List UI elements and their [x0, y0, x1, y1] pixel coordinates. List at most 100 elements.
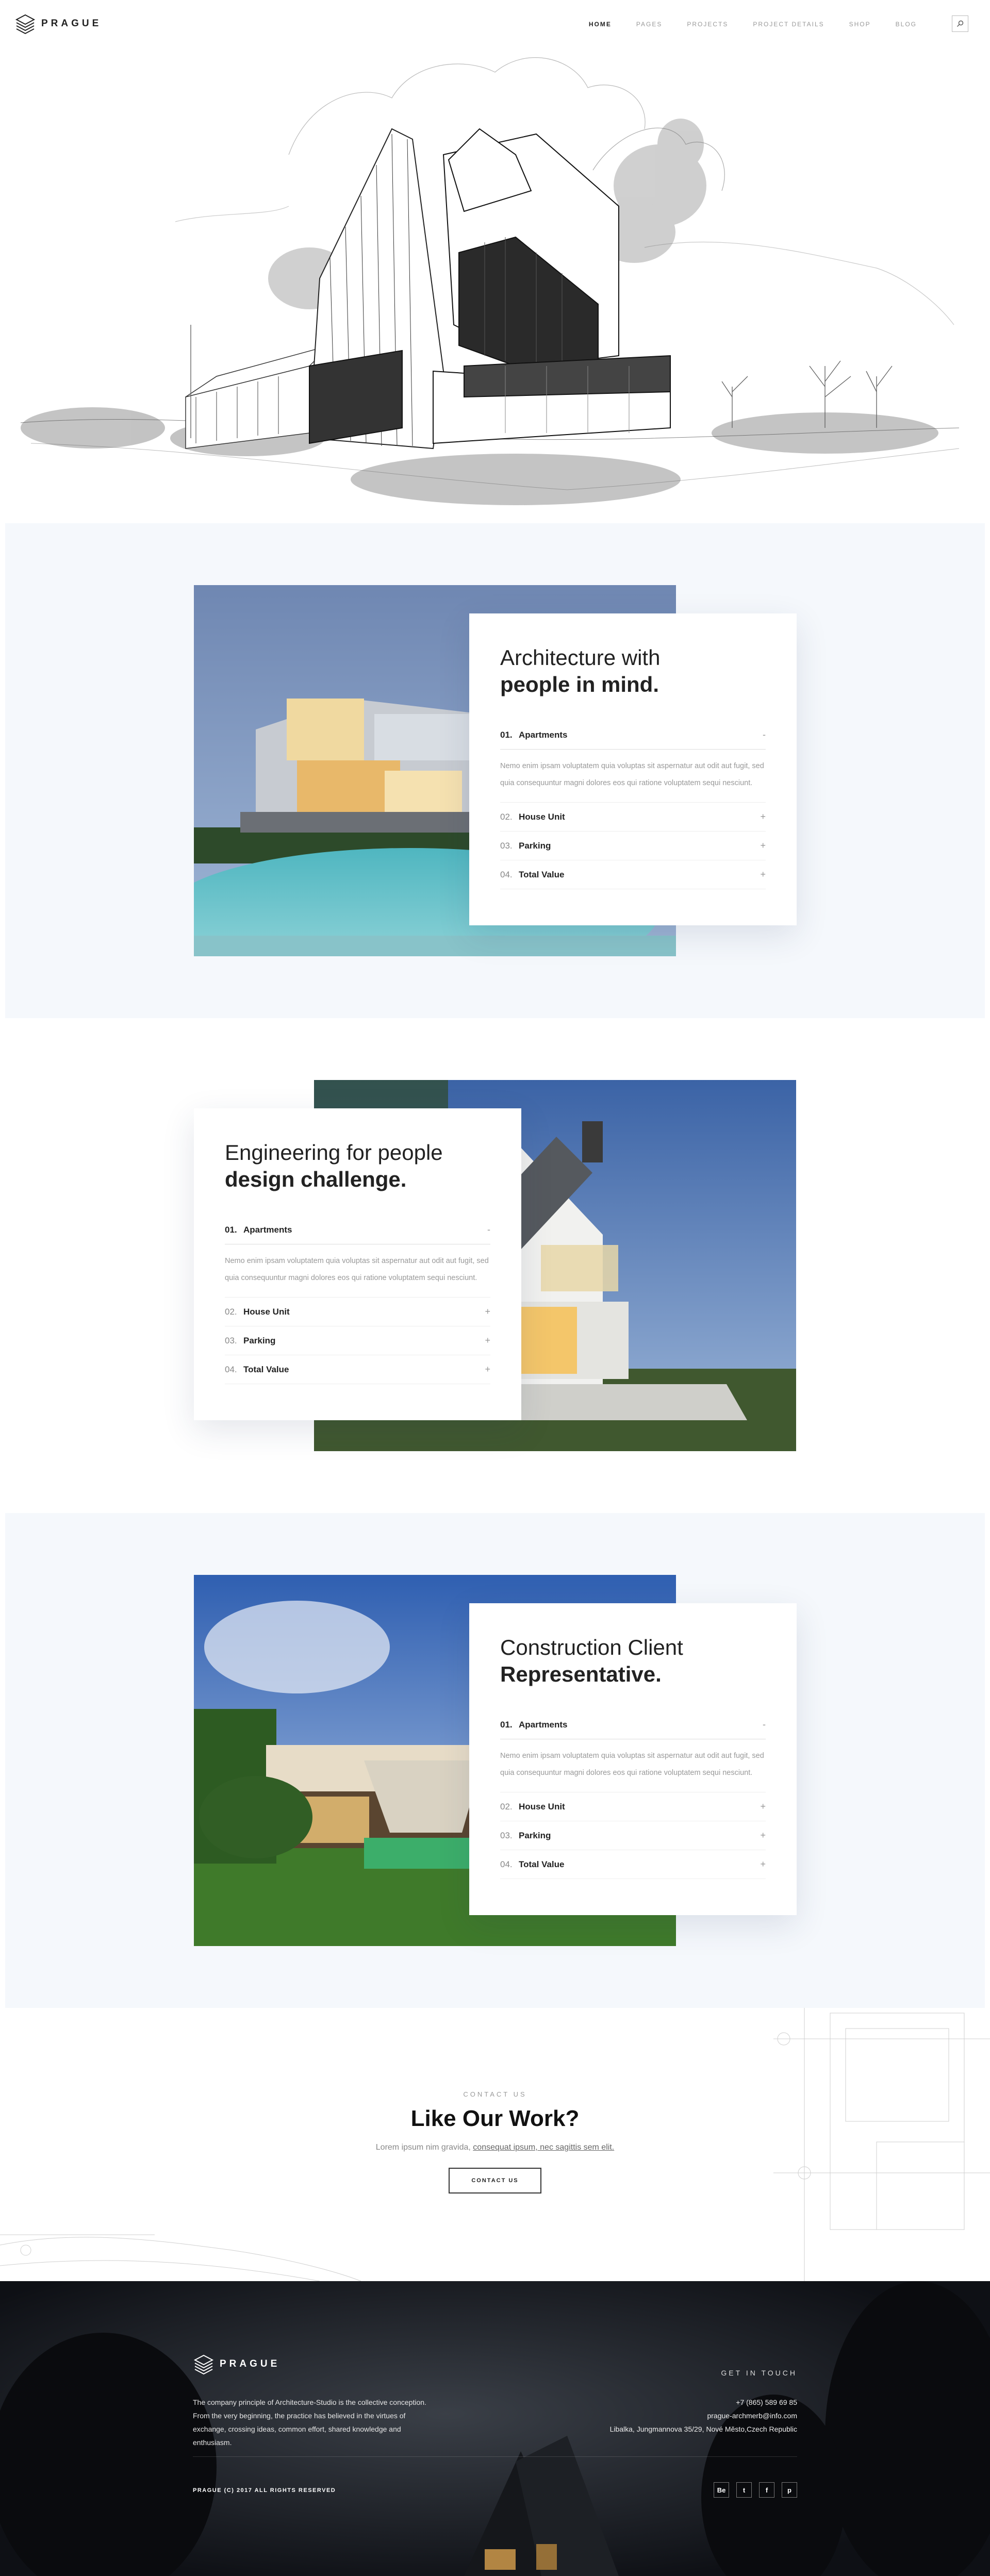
accordion-item-apartments[interactable]: 01. Apartments - [500, 1710, 766, 1739]
pinterest-icon[interactable]: p [782, 2482, 797, 2498]
accordion-body: Nemo enim ipsam voluptatem quia voluptas… [500, 1739, 766, 1792]
brand-name: PRAGUE [41, 18, 102, 29]
item-title: House Unit [519, 1801, 565, 1811]
contact-text-link[interactable]: consequat ipsum, nec sagittis sem elit. [473, 2143, 614, 2152]
feature-section-2: Engineering for people design challenge.… [5, 1018, 985, 1513]
nav-shop[interactable]: SHOP [849, 21, 871, 28]
social-links: Be t f p [714, 2482, 797, 2498]
accordion-item-house-unit[interactable]: 02. House Unit + [500, 803, 766, 832]
contact-section: CONTACT US Like Our Work? Lorem ipsum ni… [0, 2008, 990, 2281]
footer-logo[interactable]: PRAGUE [193, 2353, 280, 2375]
nav-project-details[interactable]: PROJECT DETAILS [753, 21, 824, 28]
item-number: 01. [225, 1224, 237, 1235]
item-title: Total Value [519, 1859, 565, 1869]
contact-us-button[interactable]: CONTACT US [449, 2168, 541, 2193]
item-number: 02. [500, 811, 513, 822]
nav-home[interactable]: HOME [589, 21, 612, 28]
item-title: Apartments [243, 1224, 292, 1235]
twitter-icon[interactable]: t [736, 2482, 752, 2498]
page: { "brand": {"name": "PRAGUE"}, "nav": { … [0, 0, 990, 2576]
section-title-1: Architecture with people in mind. [500, 644, 766, 698]
expand-icon: + [760, 1801, 766, 1811]
expand-icon: + [760, 1830, 766, 1840]
item-title: Apartments [519, 729, 568, 740]
feature-section-3: Construction Client Representative. 01. … [5, 1513, 985, 2008]
title-light: Architecture with [500, 645, 661, 670]
footer-night-house-image [0, 2281, 990, 2576]
behance-icon[interactable]: Be [714, 2482, 729, 2498]
item-number: 01. [500, 1719, 513, 1730]
expand-icon: + [760, 811, 766, 822]
item-title: Total Value [243, 1364, 289, 1374]
accordion-card-1: Architecture with people in mind. 01. Ap… [469, 613, 797, 925]
item-number: 03. [225, 1335, 237, 1345]
collapse-icon: - [763, 1719, 766, 1730]
section-title-2: Engineering for people design challenge. [225, 1139, 490, 1193]
footer-copyright: PRAGUE (C) 2017 ALL RIGHTS RESERVED [193, 2487, 336, 2494]
footer-phone[interactable]: +7 (865) 589 69 85 [610, 2396, 797, 2409]
item-number: 04. [500, 869, 513, 879]
item-number: 03. [500, 840, 513, 851]
title-bold: people in mind. [500, 672, 659, 696]
title-bold: Representative. [500, 1662, 662, 1686]
expand-icon: + [760, 869, 766, 879]
main-nav: HOME PAGES PROJECTS PROJECT DETAILS SHOP… [589, 21, 917, 28]
item-number: 04. [500, 1859, 513, 1869]
contact-title: Like Our Work? [410, 2106, 580, 2131]
item-number: 02. [225, 1306, 237, 1317]
contact-text-plain: Lorem ipsum nim gravida, [375, 2143, 473, 2152]
facebook-icon[interactable]: f [759, 2482, 774, 2498]
footer-address: Libalka, Jungmannova 35/29, Nové Město,C… [609, 2425, 797, 2433]
accordion: 01. Apartments - Nemo enim ipsam volupta… [500, 1710, 766, 1879]
accordion-item-house-unit[interactable]: 02. House Unit + [225, 1298, 490, 1326]
title-light: Engineering for people [225, 1140, 443, 1165]
accordion-item-total-value[interactable]: 04. Total Value + [500, 1850, 766, 1879]
hero-house-sketch [20, 57, 960, 505]
accordion-item-parking[interactable]: 03. Parking + [500, 1821, 766, 1850]
footer-divider [193, 2456, 797, 2457]
accordion-item-total-value[interactable]: 04. Total Value + [225, 1355, 490, 1384]
nav-projects[interactable]: PROJECTS [687, 21, 728, 28]
footer-email[interactable]: prague-archmerb@info.com [610, 2409, 797, 2422]
brand-logo[interactable]: PRAGUE [14, 13, 102, 35]
item-number: 01. [500, 729, 513, 740]
collapse-icon: - [763, 729, 766, 740]
footer-get-in-touch: GET IN TOUCH [721, 2369, 797, 2377]
expand-icon: + [760, 840, 766, 851]
accordion-item-parking[interactable]: 03. Parking + [225, 1326, 490, 1355]
nav-blog[interactable]: BLOG [896, 21, 917, 28]
accordion-card-3: Construction Client Representative. 01. … [469, 1603, 797, 1915]
accordion-body: Nemo enim ipsam voluptatem quia voluptas… [500, 750, 766, 803]
accordion-card-2: Engineering for people design challenge.… [194, 1108, 521, 1420]
title-light: Construction Client [500, 1635, 683, 1659]
item-title: Parking [243, 1335, 276, 1345]
collapse-icon: - [487, 1224, 490, 1235]
search-button[interactable] [952, 15, 968, 32]
nav-pages[interactable]: PAGES [636, 21, 662, 28]
item-title: Parking [519, 1830, 551, 1840]
title-bold: design challenge. [225, 1167, 407, 1191]
accordion-item-parking[interactable]: 03. Parking + [500, 832, 766, 860]
item-title: Apartments [519, 1719, 568, 1730]
item-number: 03. [500, 1830, 513, 1840]
logo-icon [193, 2354, 214, 2375]
contact-text: Lorem ipsum nim gravida, consequat ipsum… [0, 2143, 990, 2152]
accordion: 01. Apartments - Nemo enim ipsam volupta… [225, 1216, 490, 1384]
item-title: House Unit [519, 811, 565, 822]
feature-section-1: Architecture with people in mind. 01. Ap… [5, 523, 985, 1018]
accordion-item-apartments[interactable]: 01. Apartments - [500, 721, 766, 750]
item-number: 02. [500, 1801, 513, 1811]
item-number: 04. [225, 1364, 237, 1374]
footer-contact-info: +7 (865) 589 69 85 prague-archmerb@info.… [610, 2396, 797, 2436]
footer-description: The company principle of Architecture-St… [193, 2398, 426, 2447]
site-footer: PRAGUE The company principle of Architec… [0, 2281, 990, 2576]
accordion-body: Nemo enim ipsam voluptatem quia voluptas… [225, 1244, 490, 1298]
item-title: House Unit [243, 1306, 290, 1317]
accordion: 01. Apartments - Nemo enim ipsam volupta… [500, 721, 766, 889]
contact-eyebrow: CONTACT US [463, 2090, 527, 2098]
accordion-item-total-value[interactable]: 04. Total Value + [500, 860, 766, 889]
item-title: Parking [519, 840, 551, 851]
accordion-item-apartments[interactable]: 01. Apartments - [225, 1216, 490, 1244]
accordion-item-house-unit[interactable]: 02. House Unit + [500, 1792, 766, 1821]
logo-icon [15, 14, 36, 35]
